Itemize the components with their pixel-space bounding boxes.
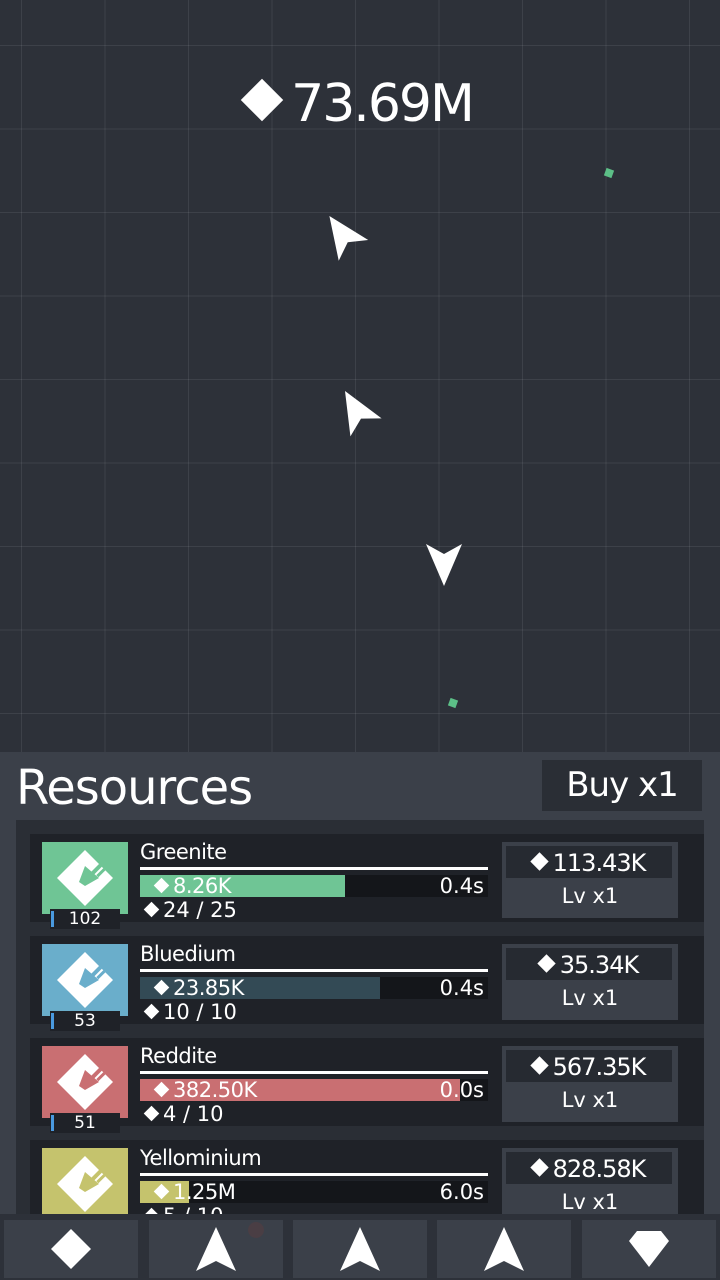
- resource-name: Greenite: [140, 840, 227, 864]
- resource-list[interactable]: 102 Greenite 8.26K 0.4s 24 / 25 113.43K …: [16, 820, 704, 1214]
- production-bar: 23.85K 0.4s: [140, 975, 488, 1001]
- upgrade-button[interactable]: 113.43K Lv x1: [502, 842, 678, 918]
- upgrade-button[interactable]: 828.58K Lv x1: [502, 1148, 678, 1214]
- diamond-icon: [153, 877, 170, 894]
- multiplier-text: 5 / 10: [163, 1204, 224, 1214]
- crystal-icon: [57, 952, 113, 1008]
- diamond-icon: [240, 78, 284, 122]
- upgrade-cost-text: 567.35K: [552, 1053, 647, 1081]
- panel-title: Resources: [16, 760, 253, 816]
- crystal-icon: [57, 850, 113, 906]
- crystal-icon: [57, 1156, 113, 1212]
- tab-ships-2[interactable]: [293, 1220, 427, 1278]
- resource-multiplier: 4 / 10: [143, 1101, 224, 1127]
- resource-icon[interactable]: [42, 842, 128, 914]
- upgrade-cost: 567.35K: [506, 1050, 672, 1082]
- upgrade-level: Lv x1: [561, 1088, 619, 1112]
- production-value-text: 8.26K: [173, 874, 232, 898]
- gem-icon: [629, 1231, 669, 1267]
- resource-icon[interactable]: [42, 1148, 128, 1214]
- currency-value: 73.69M: [291, 74, 475, 134]
- resource-count: 53: [50, 1011, 120, 1031]
- resource-particle: [447, 697, 459, 709]
- production-time: 0.0s: [439, 1078, 484, 1102]
- multiplier-text: 24 / 25: [163, 898, 237, 922]
- resources-panel: Resources Buy x1 102 Greenite 8.26K 0.4s…: [0, 752, 720, 1280]
- upgrade-cost-text: 113.43K: [552, 849, 647, 877]
- diamond-icon: [153, 979, 170, 996]
- crystal-icon: [57, 1054, 113, 1110]
- upgrade-cost-text: 35.34K: [559, 951, 639, 979]
- ship-2[interactable]: [332, 386, 382, 437]
- resource-icon[interactable]: [42, 1046, 128, 1118]
- resource-name: Yellominium: [140, 1146, 262, 1170]
- diamond-icon: [143, 1003, 160, 1020]
- diamond-icon: [143, 1105, 160, 1122]
- upgrade-button[interactable]: 35.34K Lv x1: [502, 944, 678, 1020]
- buy-multiplier-button[interactable]: Buy x1: [542, 760, 702, 811]
- resource-multiplier: 24 / 25: [143, 897, 237, 923]
- diamond-icon: [529, 1056, 549, 1075]
- resource-name: Bluedium: [140, 942, 236, 966]
- ship-3[interactable]: [420, 540, 468, 588]
- production-bar: 1.25M 6.0s: [140, 1179, 488, 1205]
- divider: [140, 969, 488, 972]
- production-value: 382.50K: [153, 1077, 257, 1103]
- upgrade-button[interactable]: 567.35K Lv x1: [502, 1046, 678, 1122]
- diamond-icon: [529, 1158, 549, 1177]
- ship-icon: [484, 1227, 524, 1271]
- resource-row-yellominium[interactable]: Yellominium 1.25M 6.0s 5 / 10 828.58K Lv…: [30, 1140, 704, 1214]
- divider: [140, 1071, 488, 1074]
- currency-display: 73.69M: [0, 72, 720, 136]
- tab-resources[interactable]: [4, 1220, 138, 1278]
- production-value-text: 1.25M: [173, 1180, 236, 1204]
- upgrade-level: Lv x1: [561, 986, 619, 1010]
- upgrade-cost: 113.43K: [506, 846, 672, 878]
- notification-dot: [248, 1222, 264, 1238]
- resource-count: 102: [50, 909, 120, 929]
- production-time: 0.4s: [439, 976, 484, 1000]
- diamond-icon: [529, 852, 549, 871]
- diamond-icon: [143, 901, 160, 918]
- ship-1[interactable]: [318, 210, 369, 261]
- upgrade-cost: 828.58K: [506, 1152, 672, 1184]
- production-time: 0.4s: [439, 874, 484, 898]
- divider: [140, 867, 488, 870]
- production-bar: 8.26K 0.4s: [140, 873, 488, 899]
- diamond-icon: [153, 1183, 170, 1200]
- resource-row-reddite[interactable]: 51 Reddite 382.50K 0.0s 4 / 10 567.35K L…: [30, 1038, 704, 1133]
- multiplier-text: 4 / 10: [163, 1102, 224, 1126]
- tab-gems[interactable]: [582, 1220, 716, 1278]
- production-value-text: 23.85K: [173, 976, 244, 1000]
- resource-multiplier: 10 / 10: [143, 999, 237, 1025]
- bottom-nav: [0, 1214, 720, 1280]
- upgrade-level: Lv x1: [561, 884, 619, 908]
- resource-row-greenite[interactable]: 102 Greenite 8.26K 0.4s 24 / 25 113.43K …: [30, 834, 704, 929]
- upgrade-cost: 35.34K: [506, 948, 672, 980]
- production-value: 8.26K: [153, 873, 232, 899]
- upgrade-level: Lv x1: [561, 1190, 619, 1214]
- resource-particle: [603, 167, 615, 179]
- resource-row-bluedium[interactable]: 53 Bluedium 23.85K 0.4s 10 / 10 35.34K L…: [30, 936, 704, 1031]
- diamond-icon: [153, 1081, 170, 1098]
- tab-ships-3[interactable]: [437, 1220, 571, 1278]
- production-bar: 382.50K 0.0s: [140, 1077, 488, 1103]
- ship-icon: [340, 1227, 380, 1271]
- production-value-text: 382.50K: [173, 1078, 257, 1102]
- production-value: 23.85K: [153, 975, 244, 1001]
- production-value: 1.25M: [153, 1179, 236, 1205]
- diamond-icon: [51, 1229, 91, 1269]
- game-field[interactable]: 73.69M: [0, 0, 720, 752]
- upgrade-cost-text: 828.58K: [552, 1155, 647, 1183]
- resource-icon[interactable]: [42, 944, 128, 1016]
- divider: [140, 1173, 488, 1176]
- ship-icon: [196, 1227, 236, 1271]
- resource-name: Reddite: [140, 1044, 217, 1068]
- resource-multiplier: 5 / 10: [143, 1203, 224, 1214]
- production-time: 6.0s: [439, 1180, 484, 1204]
- resource-count: 51: [50, 1113, 120, 1133]
- diamond-icon: [537, 954, 556, 973]
- multiplier-text: 10 / 10: [163, 1000, 237, 1024]
